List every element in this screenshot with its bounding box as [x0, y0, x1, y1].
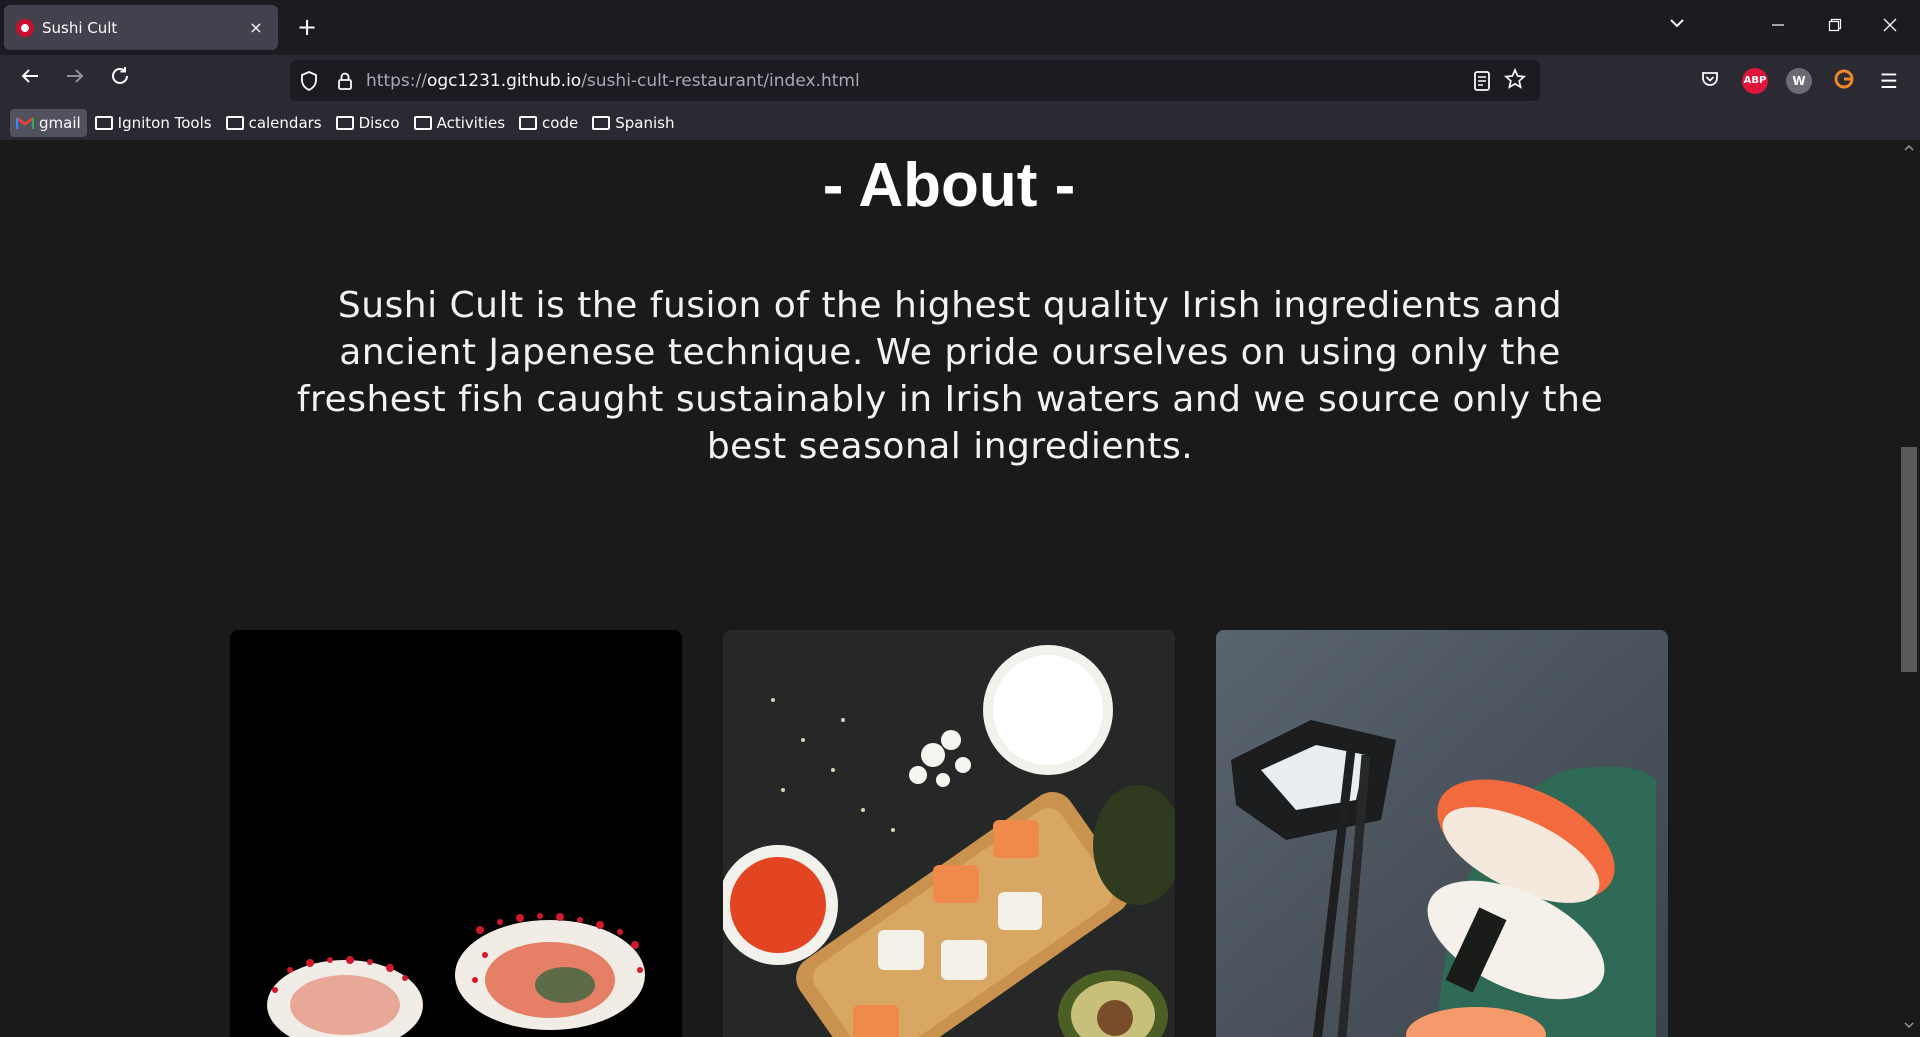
chevron-down-icon	[1670, 19, 1684, 28]
scroll-up-arrow-icon[interactable]	[1898, 140, 1920, 160]
reload-button[interactable]	[102, 63, 138, 99]
url-prefix: https://	[366, 71, 427, 91]
reload-icon	[112, 67, 128, 84]
sushi-image-card-2	[723, 630, 1175, 1037]
restore-icon	[1828, 18, 1842, 32]
tab-title: Sushi Cult	[42, 18, 118, 37]
scroll-down-arrow-icon[interactable]	[1898, 1017, 1920, 1037]
tab-bar: Sushi Cult × +	[0, 0, 1920, 55]
folder-icon	[335, 116, 354, 130]
folder-icon	[413, 116, 432, 130]
sushi-image-card-1	[230, 630, 682, 1037]
minimize-icon	[1772, 24, 1784, 26]
new-tab-button[interactable]: +	[292, 12, 322, 42]
menu-icon[interactable]: ☰	[1876, 68, 1902, 94]
bookmark-label: code	[542, 114, 579, 132]
close-window-icon	[1883, 18, 1897, 32]
bookmark-star-icon[interactable]	[1502, 67, 1528, 94]
url-path: /sushi-cult-restaurant/index.html	[581, 71, 860, 91]
address-bar[interactable]: https://ogc1231.github.io/sushi-cult-res…	[290, 60, 1540, 101]
shield-icon[interactable]	[298, 70, 320, 92]
close-window-button[interactable]	[1870, 10, 1910, 44]
back-button[interactable]	[12, 63, 48, 99]
bookmark-label: Spanish	[615, 114, 675, 132]
bookmarks-toolbar: gmail Igniton Tools calendars Disco Acti…	[0, 106, 1920, 140]
bookmark-folder-disco[interactable]: Disco	[330, 109, 406, 137]
forward-arrow-icon	[67, 69, 84, 83]
bookmark-folder-activities[interactable]: Activities	[408, 109, 511, 137]
nigiri-image	[1216, 630, 1668, 1037]
close-icon[interactable]: ×	[246, 18, 266, 37]
gmail-icon	[16, 117, 34, 129]
folder-icon	[592, 116, 611, 130]
bookmark-folder-igniton-tools[interactable]: Igniton Tools	[89, 109, 218, 137]
back-arrow-icon	[21, 69, 38, 83]
minimize-button[interactable]	[1758, 10, 1798, 44]
sushi-board-image	[723, 630, 1175, 1037]
bookmark-label: calendars	[248, 114, 322, 132]
bookmark-label: Disco	[358, 114, 400, 132]
bookmark-label: gmail	[39, 114, 81, 132]
restore-button[interactable]	[1815, 10, 1855, 44]
sushi-rolls-image	[230, 630, 682, 1037]
url-text[interactable]: https://ogc1231.github.io/sushi-cult-res…	[366, 71, 860, 91]
bookmark-folder-calendars[interactable]: calendars	[220, 109, 328, 137]
folder-icon	[94, 116, 113, 130]
bookmark-folder-spanish[interactable]: Spanish	[586, 109, 680, 137]
adblock-plus-icon[interactable]: ABP	[1742, 68, 1768, 94]
url-host: ogc1231.github.io	[426, 71, 582, 91]
folder-icon	[519, 116, 538, 130]
about-heading: - About -	[822, 151, 1076, 220]
lock-icon[interactable]	[334, 70, 356, 92]
folder-icon	[225, 116, 244, 130]
reader-view-icon[interactable]	[1470, 69, 1494, 93]
navigation-toolbar: https://ogc1231.github.io/sushi-cult-res…	[0, 55, 1920, 106]
page-content: - About - Sushi Cult is the fusion of th…	[0, 140, 1898, 1037]
bookmark-label: Activities	[436, 114, 506, 132]
about-paragraph: Sushi Cult is the fusion of the highest …	[296, 285, 1604, 467]
forward-button[interactable]	[57, 63, 93, 99]
tab-list-button[interactable]	[1662, 12, 1692, 42]
bookmark-label: Igniton Tools	[117, 114, 212, 132]
vertical-scrollbar[interactable]	[1898, 140, 1920, 1037]
grammarly-icon[interactable]	[1831, 68, 1857, 94]
bookmark-folder-code[interactable]: code	[513, 109, 584, 137]
w-extension-icon[interactable]: W	[1786, 68, 1812, 94]
favicon-icon	[16, 18, 34, 37]
scrollbar-thumb[interactable]	[1901, 447, 1917, 672]
bookmark-gmail[interactable]: gmail	[10, 109, 87, 137]
sushi-image-card-3	[1216, 630, 1668, 1037]
browser-tab[interactable]: Sushi Cult ×	[4, 5, 278, 50]
pocket-icon[interactable]	[1697, 68, 1723, 94]
